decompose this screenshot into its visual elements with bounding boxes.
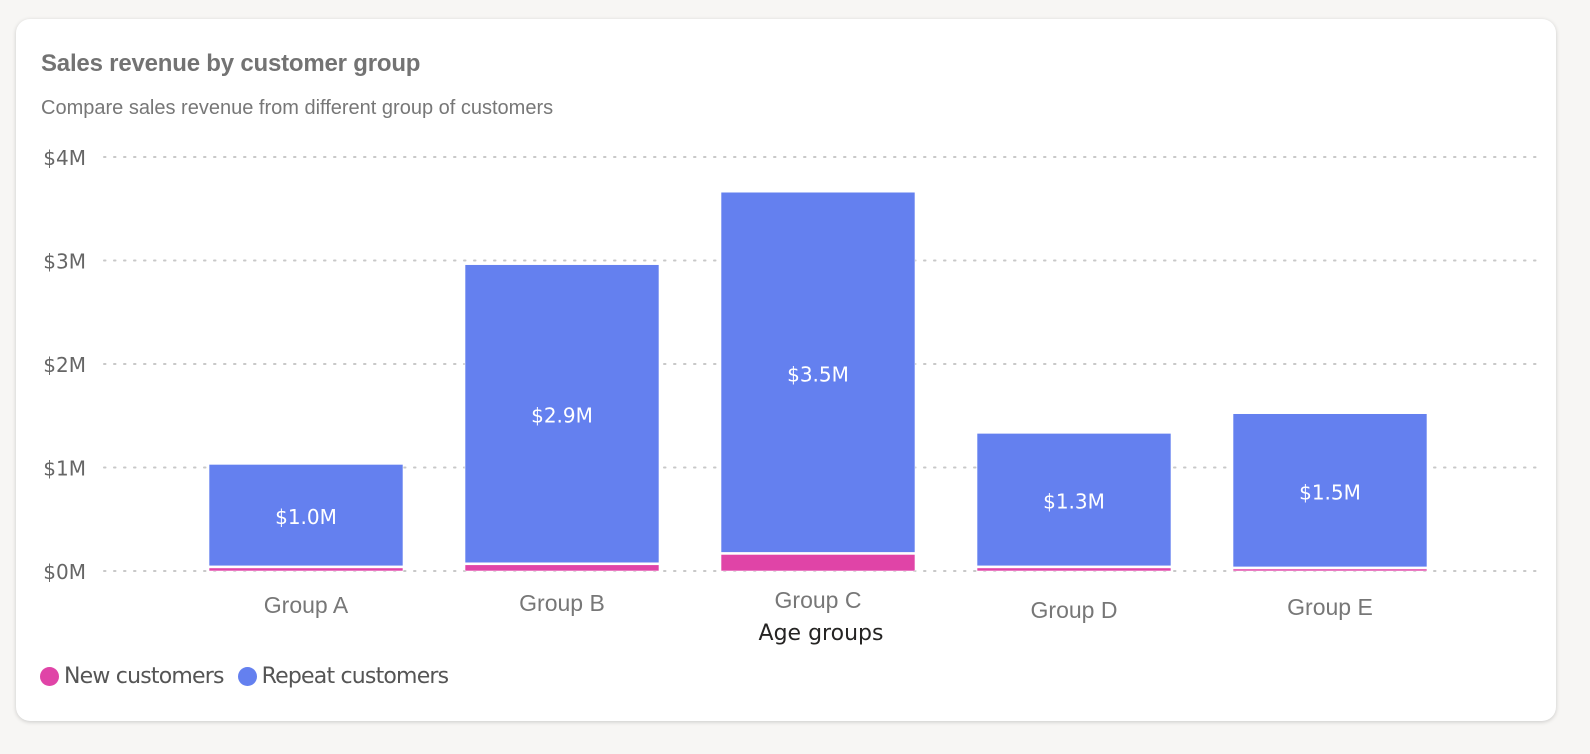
stacked-bar-chart: $0M $1M $2M $3M $4M $1.0M $2.9M $3.5M $1.3M $1.5… [43,146,1541,646]
legend-label: New customers [64,664,224,689]
x-tick-label: Group A [264,592,349,618]
new-customers-dot-icon [40,667,59,686]
bar-new-customers-group-d [976,567,1172,572]
legend: New customers Repeat customers [40,664,462,689]
legend-label: Repeat customers [261,664,450,689]
data-label: $1.5M [1299,480,1361,504]
x-tick-label: Group E [1287,594,1373,620]
bar-new-customers-group-c [720,554,916,572]
legend-item-repeat-customers[interactable]: Repeat customers [237,664,450,689]
y-tick-label: $3M [43,250,86,274]
data-label: $1.3M [1043,490,1105,514]
x-axis-ticks: Group A Group B Group C Group D Group E [264,587,1373,623]
bar-new-customers-group-a [208,567,404,572]
bars: $1.0M $2.9M $3.5M $1.3M $1.5M [208,191,1428,572]
y-tick-label: $0M [43,560,86,584]
x-axis-title: Age groups [759,621,884,646]
x-tick-label: Group B [519,590,605,616]
y-axis-ticks: $0M $1M $2M $3M $4M [43,146,86,584]
x-tick-label: Group D [1031,597,1118,623]
y-tick-label: $1M [43,457,86,481]
data-label: $2.9M [531,404,593,428]
data-label: $1.0M [275,505,337,529]
repeat-customers-dot-icon [237,667,257,686]
data-label: $3.5M [787,362,849,386]
bar-new-customers-group-e [1232,568,1428,572]
y-tick-label: $4M [43,146,86,170]
legend-item-new-customers[interactable]: New customers [40,664,224,689]
x-tick-label: Group C [775,587,862,613]
y-tick-label: $2M [43,353,86,377]
bar-new-customers-group-b [464,564,660,572]
